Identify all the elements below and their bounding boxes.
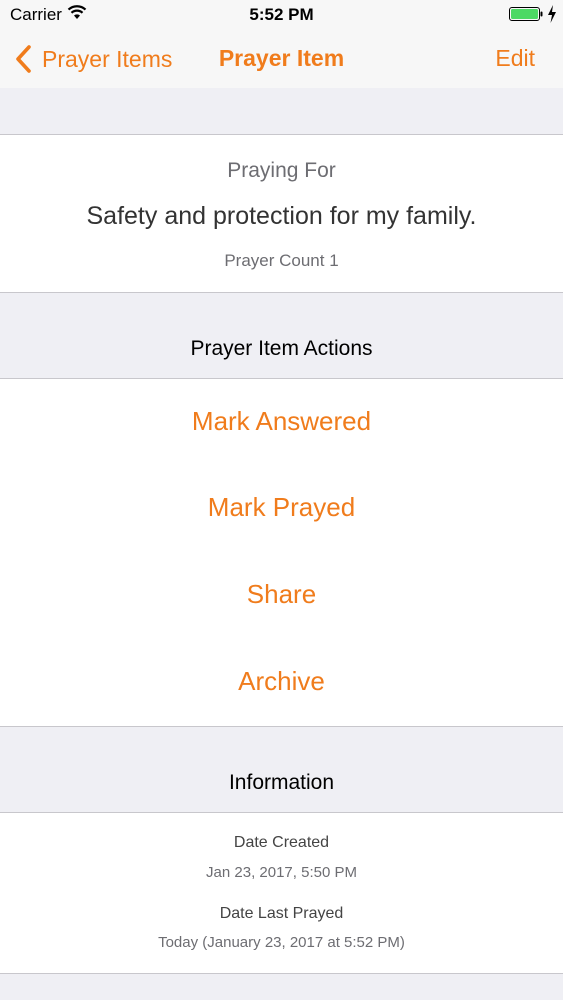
mark-prayed-button[interactable]: Mark Prayed [0, 465, 563, 553]
date-last-prayed-value: Today (January 23, 2017 at 5:52 PM) [158, 934, 405, 951]
information-header-label: Information [228, 771, 335, 794]
date-created-value: Jan 23, 2017, 5:50 PM [206, 864, 357, 881]
status-time: 5:52 PM [249, 5, 314, 24]
navigation-bar: Prayer Items Prayer Item Edit [0, 30, 563, 88]
information-section-header: Information [0, 727, 563, 812]
share-button[interactable]: Share [0, 552, 563, 640]
prayer-text: Safety and protection for my family. [86, 202, 477, 230]
praying-for-card: Praying For Safety and protection for my… [0, 134, 563, 293]
status-bar: Carrier 5:52 PM [0, 0, 563, 30]
prayer-count: Prayer Count 1 [224, 251, 339, 270]
mark-prayed-label: Mark Prayed [207, 492, 356, 522]
mark-answered-label: Mark Answered [191, 406, 372, 436]
date-created-label: Date Created [233, 834, 330, 851]
share-label: Share [246, 579, 317, 609]
archive-label: Archive [238, 666, 325, 696]
mark-answered-button[interactable]: Mark Answered [0, 378, 563, 466]
page-title: Prayer Item [218, 45, 345, 71]
archive-button[interactable]: Archive [0, 639, 563, 727]
top-spacer [0, 88, 563, 134]
praying-for-label: Praying For [227, 159, 336, 182]
date-last-prayed-label: Date Last Prayed [219, 905, 344, 922]
information-card: Date Created Jan 23, 2017, 5:50 PM Date … [0, 812, 563, 974]
charging-bolt-icon [548, 5, 556, 23]
edit-button[interactable]: Edit [495, 45, 535, 72]
battery-icon [509, 7, 543, 21]
actions-header-label: Prayer Item Actions [190, 337, 373, 360]
actions-section-header: Prayer Item Actions [0, 293, 563, 378]
